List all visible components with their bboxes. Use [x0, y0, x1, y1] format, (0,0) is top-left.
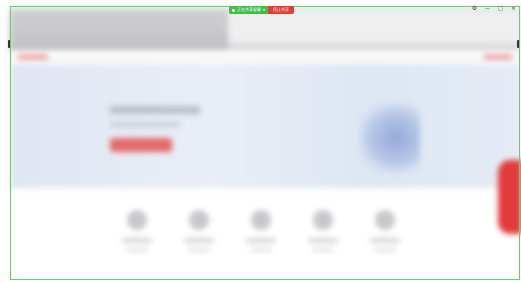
window-controls: ⚙ — □ ✕ — [471, 5, 517, 13]
share-status-label: 正在共享屏幕 — [237, 7, 261, 12]
site-nav — [10, 52, 520, 64]
feature-desc — [188, 248, 210, 252]
feature-title — [370, 238, 400, 243]
settings-icon[interactable]: ⚙ — [471, 5, 478, 13]
maximize-button[interactable]: □ — [497, 5, 504, 13]
feature-item[interactable] — [120, 206, 154, 266]
feature-desc — [374, 248, 396, 252]
hero-subtitle — [110, 122, 180, 127]
hero-illustration — [360, 104, 420, 172]
close-button[interactable]: ✕ — [510, 5, 517, 13]
feature-item[interactable] — [182, 206, 216, 266]
feature-item[interactable] — [244, 206, 278, 266]
stop-share-button[interactable]: 停止共享 — [268, 6, 295, 14]
hero-cta-button[interactable] — [110, 138, 172, 152]
feature-title — [308, 238, 338, 243]
feature-title — [246, 238, 276, 243]
browser-tab[interactable] — [10, 10, 228, 50]
hero-banner — [10, 64, 520, 188]
sharing-dot-icon — [232, 8, 235, 12]
feature-desc — [126, 248, 148, 252]
right-resize-handle[interactable] — [517, 40, 520, 48]
feature-item[interactable] — [368, 206, 402, 266]
left-resize-handle[interactable] — [8, 40, 11, 48]
floating-service-tab[interactable] — [498, 160, 521, 234]
address-bar[interactable] — [230, 12, 520, 42]
hero-title — [110, 106, 200, 114]
feature-title — [184, 238, 214, 243]
feature-desc — [250, 248, 272, 252]
feature-icon — [251, 210, 271, 230]
feature-icon — [313, 210, 333, 230]
screen-share-bar: 正在共享屏幕 ▾ 停止共享 — [229, 6, 295, 14]
feature-icon — [375, 210, 395, 230]
minimize-button[interactable]: — — [484, 5, 491, 13]
feature-item[interactable] — [306, 206, 340, 266]
nav-action-button[interactable] — [484, 54, 512, 60]
feature-icon — [189, 210, 209, 230]
feature-icon — [127, 210, 147, 230]
share-status[interactable]: 正在共享屏幕 ▾ — [229, 6, 269, 14]
chevron-down-icon[interactable]: ▾ — [263, 6, 265, 14]
feature-desc — [312, 248, 334, 252]
site-logo[interactable] — [18, 54, 48, 60]
feature-title — [122, 238, 152, 243]
shared-screen: 正在共享屏幕 ▾ 停止共享 ⚙ — □ ✕ — [0, 0, 521, 282]
